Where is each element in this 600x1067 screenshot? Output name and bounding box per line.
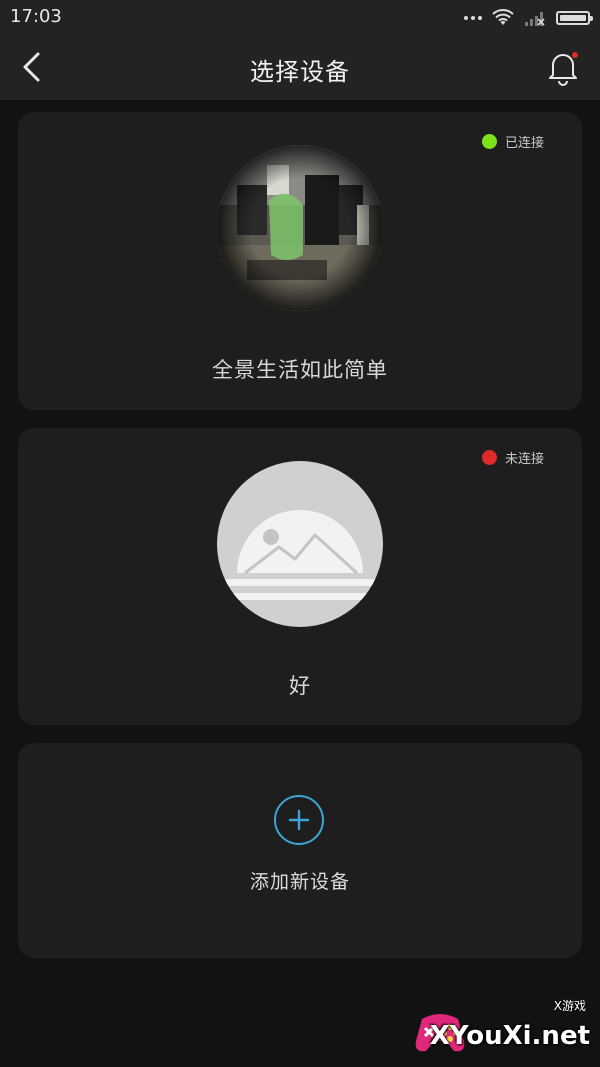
app-header: 选择设备 bbox=[0, 34, 600, 100]
wifi-icon bbox=[492, 9, 514, 25]
connection-status: 已连接 bbox=[481, 132, 544, 151]
status-bar: 17:03 bbox=[0, 0, 600, 34]
add-device-card[interactable]: 添加新设备 bbox=[18, 743, 582, 958]
watermark-brand: XYouXi.net bbox=[429, 1021, 590, 1051]
device-thumbnail bbox=[217, 145, 383, 311]
notification-button[interactable] bbox=[546, 48, 580, 86]
status-icons bbox=[464, 8, 593, 28]
image-placeholder-icon bbox=[217, 461, 383, 627]
connection-status-label: 未连接 bbox=[504, 452, 544, 467]
signal-icon bbox=[525, 12, 545, 26]
connection-status-label: 已连接 bbox=[504, 136, 544, 151]
watermark-tag: X游戏 bbox=[553, 999, 586, 1013]
device-name: 好 bbox=[289, 674, 311, 698]
add-device-label: 添加新设备 bbox=[249, 871, 350, 893]
notification-badge bbox=[572, 52, 578, 58]
device-name: 全景生活如此简单 bbox=[212, 358, 388, 382]
device-card[interactable]: 未连接 好 bbox=[18, 428, 582, 725]
status-dot-icon bbox=[481, 450, 497, 465]
page-title: 选择设备 bbox=[250, 58, 350, 86]
device-card[interactable]: 已连接 全景生活如此简单 bbox=[18, 112, 582, 410]
status-time: 17:03 bbox=[10, 6, 62, 27]
add-device-button[interactable] bbox=[274, 795, 324, 845]
panorama-photo bbox=[217, 145, 383, 311]
connection-status: 未连接 bbox=[481, 448, 544, 467]
more-dots-icon bbox=[464, 16, 482, 20]
plus-icon bbox=[288, 809, 310, 831]
watermark-logo: X游戏 XYouXi.net bbox=[412, 997, 592, 1057]
device-thumbnail bbox=[217, 461, 383, 627]
status-dot-icon bbox=[481, 134, 497, 149]
battery-icon bbox=[556, 11, 593, 25]
